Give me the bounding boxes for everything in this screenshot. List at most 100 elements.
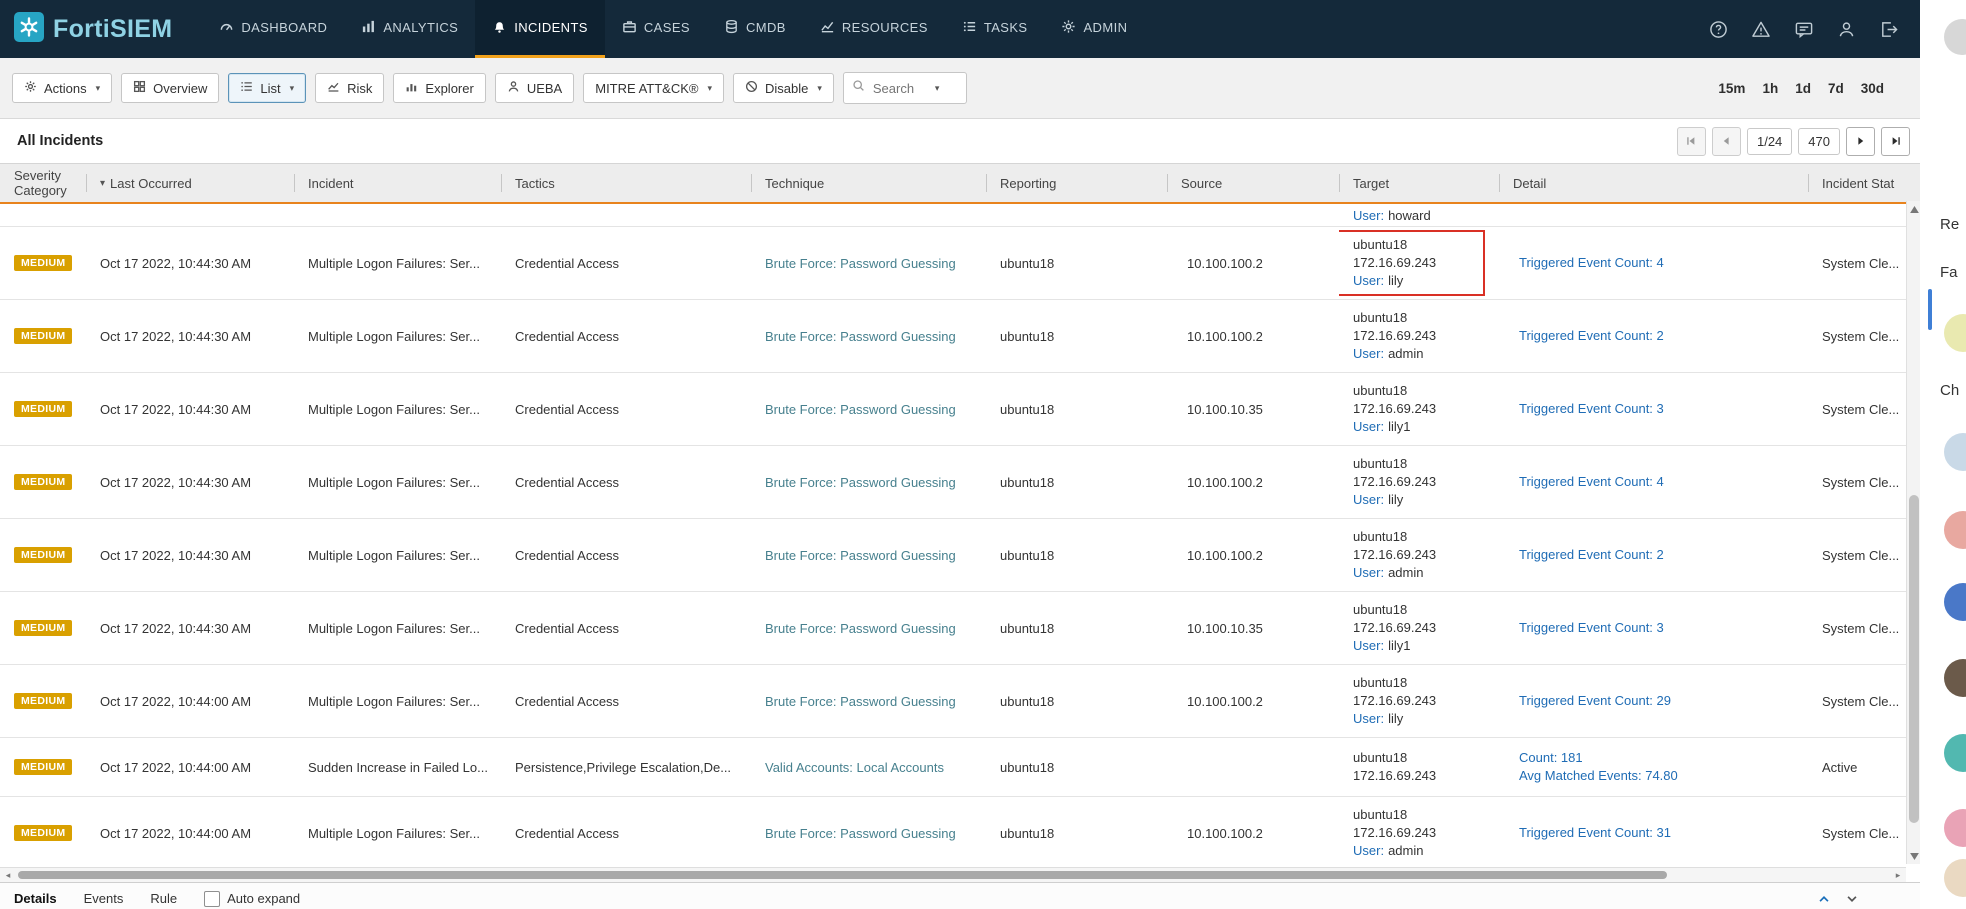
scrollbar-track[interactable] [16, 868, 1890, 882]
logout-icon[interactable] [1879, 20, 1898, 39]
search-box[interactable]: ▾ [843, 72, 967, 104]
detail-link[interactable]: Triggered Event Count: 2 [1519, 327, 1664, 345]
table-row[interactable]: MEDIUM Oct 17 2022, 10:44:30 AM Multiple… [0, 373, 1906, 446]
table-row[interactable]: MEDIUM Oct 17 2022, 10:44:30 AM Multiple… [0, 446, 1906, 519]
header-severity-category[interactable]: Severity Category [0, 164, 86, 202]
next-page-button[interactable] [1846, 127, 1875, 156]
header-technique[interactable]: Technique [751, 164, 986, 202]
table-row[interactable]: MEDIUM Oct 17 2022, 10:44:00 AM Multiple… [0, 797, 1906, 867]
detail-link[interactable]: Count: 181 [1519, 749, 1583, 767]
severity-cell: MEDIUM [0, 300, 86, 372]
detail-link[interactable]: Avg Matched Events: 74.80 [1519, 767, 1678, 785]
severity-badge: MEDIUM [14, 825, 72, 841]
scrollbar-track[interactable] [1907, 217, 1921, 848]
header-tactics[interactable]: Tactics [501, 164, 751, 202]
detail-link[interactable]: Triggered Event Count: 3 [1519, 400, 1664, 418]
user-icon[interactable] [1837, 20, 1856, 39]
disable-button[interactable]: Disable ▾ [733, 73, 834, 103]
nav-item-admin[interactable]: ADMIN [1044, 0, 1144, 58]
table-row[interactable]: MEDIUM Oct 17 2022, 10:44:30 AM Multiple… [0, 592, 1906, 665]
technique-link[interactable]: Brute Force: Password Guessing [765, 826, 956, 841]
nav-item-cases[interactable]: CASES [605, 0, 707, 58]
technique-link[interactable]: Brute Force: Password Guessing [765, 256, 956, 271]
table-row[interactable]: MEDIUM Oct 17 2022, 10:44:00 AM Sudden I… [0, 738, 1906, 797]
nav-item-label: CASES [644, 20, 690, 35]
nav-item-cmdb[interactable]: CMDB [707, 0, 803, 58]
search-icon [852, 79, 865, 97]
detail-link[interactable]: Triggered Event Count: 4 [1519, 473, 1664, 491]
header-reporting[interactable]: Reporting [986, 164, 1167, 202]
table-row[interactable]: MEDIUM Oct 17 2022, 10:44:30 AM Multiple… [0, 300, 1906, 373]
detail-link[interactable]: Triggered Event Count: 3 [1519, 619, 1664, 637]
nav-item-tasks[interactable]: TASKS [945, 0, 1045, 58]
detail-link[interactable]: Triggered Event Count: 2 [1519, 546, 1664, 564]
risk-button[interactable]: Risk [315, 73, 384, 103]
nav-item-incidents[interactable]: INCIDENTS [475, 0, 605, 58]
detail-link[interactable]: Triggered Event Count: 29 [1519, 692, 1671, 710]
vertical-scrollbar[interactable] [1906, 201, 1921, 864]
ueba-button[interactable]: UEBA [495, 73, 574, 103]
time-range-1d[interactable]: 1d [1795, 81, 1811, 96]
time-range-15m[interactable]: 15m [1718, 81, 1745, 96]
chat-icon[interactable] [1794, 20, 1814, 39]
technique-link[interactable]: Brute Force: Password Guessing [765, 694, 956, 709]
tab-rule[interactable]: Rule [150, 891, 177, 906]
collapse-down-button[interactable] [1842, 889, 1862, 909]
tab-details[interactable]: Details [14, 891, 57, 906]
nav-item-analytics[interactable]: ANALYTICS [344, 0, 475, 58]
header-source[interactable]: Source [1167, 164, 1339, 202]
technique-link[interactable]: Brute Force: Password Guessing [765, 402, 956, 417]
incident-cell: Multiple Logon Failures: Ser... [294, 227, 501, 299]
tab-all-incidents[interactable]: All Incidents [0, 133, 113, 149]
previous-page-button[interactable] [1712, 127, 1741, 156]
time-range-1h[interactable]: 1h [1762, 81, 1778, 96]
auto-expand-checkbox[interactable] [204, 891, 220, 907]
header-detail[interactable]: Detail [1499, 164, 1808, 202]
technique-link[interactable]: Brute Force: Password Guessing [765, 621, 956, 636]
overview-button[interactable]: Overview [121, 73, 219, 103]
table-row[interactable]: MEDIUM Oct 17 2022, 10:44:30 AM Multiple… [0, 519, 1906, 592]
mitre-attack-button[interactable]: MITRE ATT&CK® ▾ [583, 73, 724, 103]
table-row-partial[interactable]: User:howard [0, 204, 1906, 227]
scroll-down-arrow[interactable] [1907, 848, 1921, 864]
detail-link[interactable]: Triggered Event Count: 4 [1519, 254, 1664, 272]
scroll-left-arrow[interactable]: ◂ [0, 870, 16, 881]
table-row[interactable]: MEDIUM Oct 17 2022, 10:44:00 AM Multiple… [0, 665, 1906, 738]
last-page-button[interactable] [1881, 127, 1910, 156]
header-last-occurred[interactable]: ▾ Last Occurred [86, 164, 294, 202]
actions-button[interactable]: Actions ▾ [12, 73, 112, 103]
page-indicator[interactable]: 1/24 [1747, 128, 1792, 155]
scrollbar-thumb[interactable] [18, 871, 1667, 879]
scrollbar-thumb[interactable] [1909, 495, 1919, 823]
severity-badge: MEDIUM [14, 255, 72, 271]
detail-link[interactable]: Triggered Event Count: 31 [1519, 824, 1671, 842]
search-input[interactable] [871, 80, 927, 97]
header-incident[interactable]: Incident [294, 164, 501, 202]
header-incident-status[interactable]: Incident Stat [1808, 164, 1920, 202]
list-view-button[interactable]: List ▾ [228, 73, 306, 103]
source-cell: 10.100.100.2 [1167, 797, 1339, 867]
collapse-up-button[interactable] [1814, 889, 1834, 909]
help-icon[interactable] [1709, 20, 1728, 39]
scroll-up-arrow[interactable] [1907, 201, 1921, 217]
nav-item-dashboard[interactable]: DASHBOARD [202, 0, 344, 58]
alert-triangle-icon[interactable] [1751, 20, 1771, 39]
technique-link[interactable]: Brute Force: Password Guessing [765, 548, 956, 563]
tab-events[interactable]: Events [84, 891, 124, 906]
time-range-30d[interactable]: 30d [1861, 81, 1884, 96]
horizontal-scrollbar[interactable]: ◂ ▸ [0, 867, 1906, 882]
tactics-cell: Credential Access [501, 665, 751, 737]
first-page-button[interactable] [1677, 127, 1706, 156]
time-range-7d[interactable]: 7d [1828, 81, 1844, 96]
table-row[interactable]: MEDIUM Oct 17 2022, 10:44:30 AM Multiple… [0, 227, 1906, 300]
brand[interactable]: FortiSIEM [0, 0, 202, 58]
header-target[interactable]: Target [1339, 164, 1499, 202]
auto-expand-toggle[interactable]: Auto expand [204, 891, 300, 907]
nav-item-resources[interactable]: RESOURCES [803, 0, 945, 58]
explorer-button[interactable]: Explorer [393, 73, 485, 103]
technique-link[interactable]: Valid Accounts: Local Accounts [765, 760, 944, 775]
scroll-right-arrow[interactable]: ▸ [1890, 870, 1906, 881]
technique-link[interactable]: Brute Force: Password Guessing [765, 475, 956, 490]
technique-link[interactable]: Brute Force: Password Guessing [765, 329, 956, 344]
tab-row: All Incidents 1/24 470 [0, 119, 1920, 163]
